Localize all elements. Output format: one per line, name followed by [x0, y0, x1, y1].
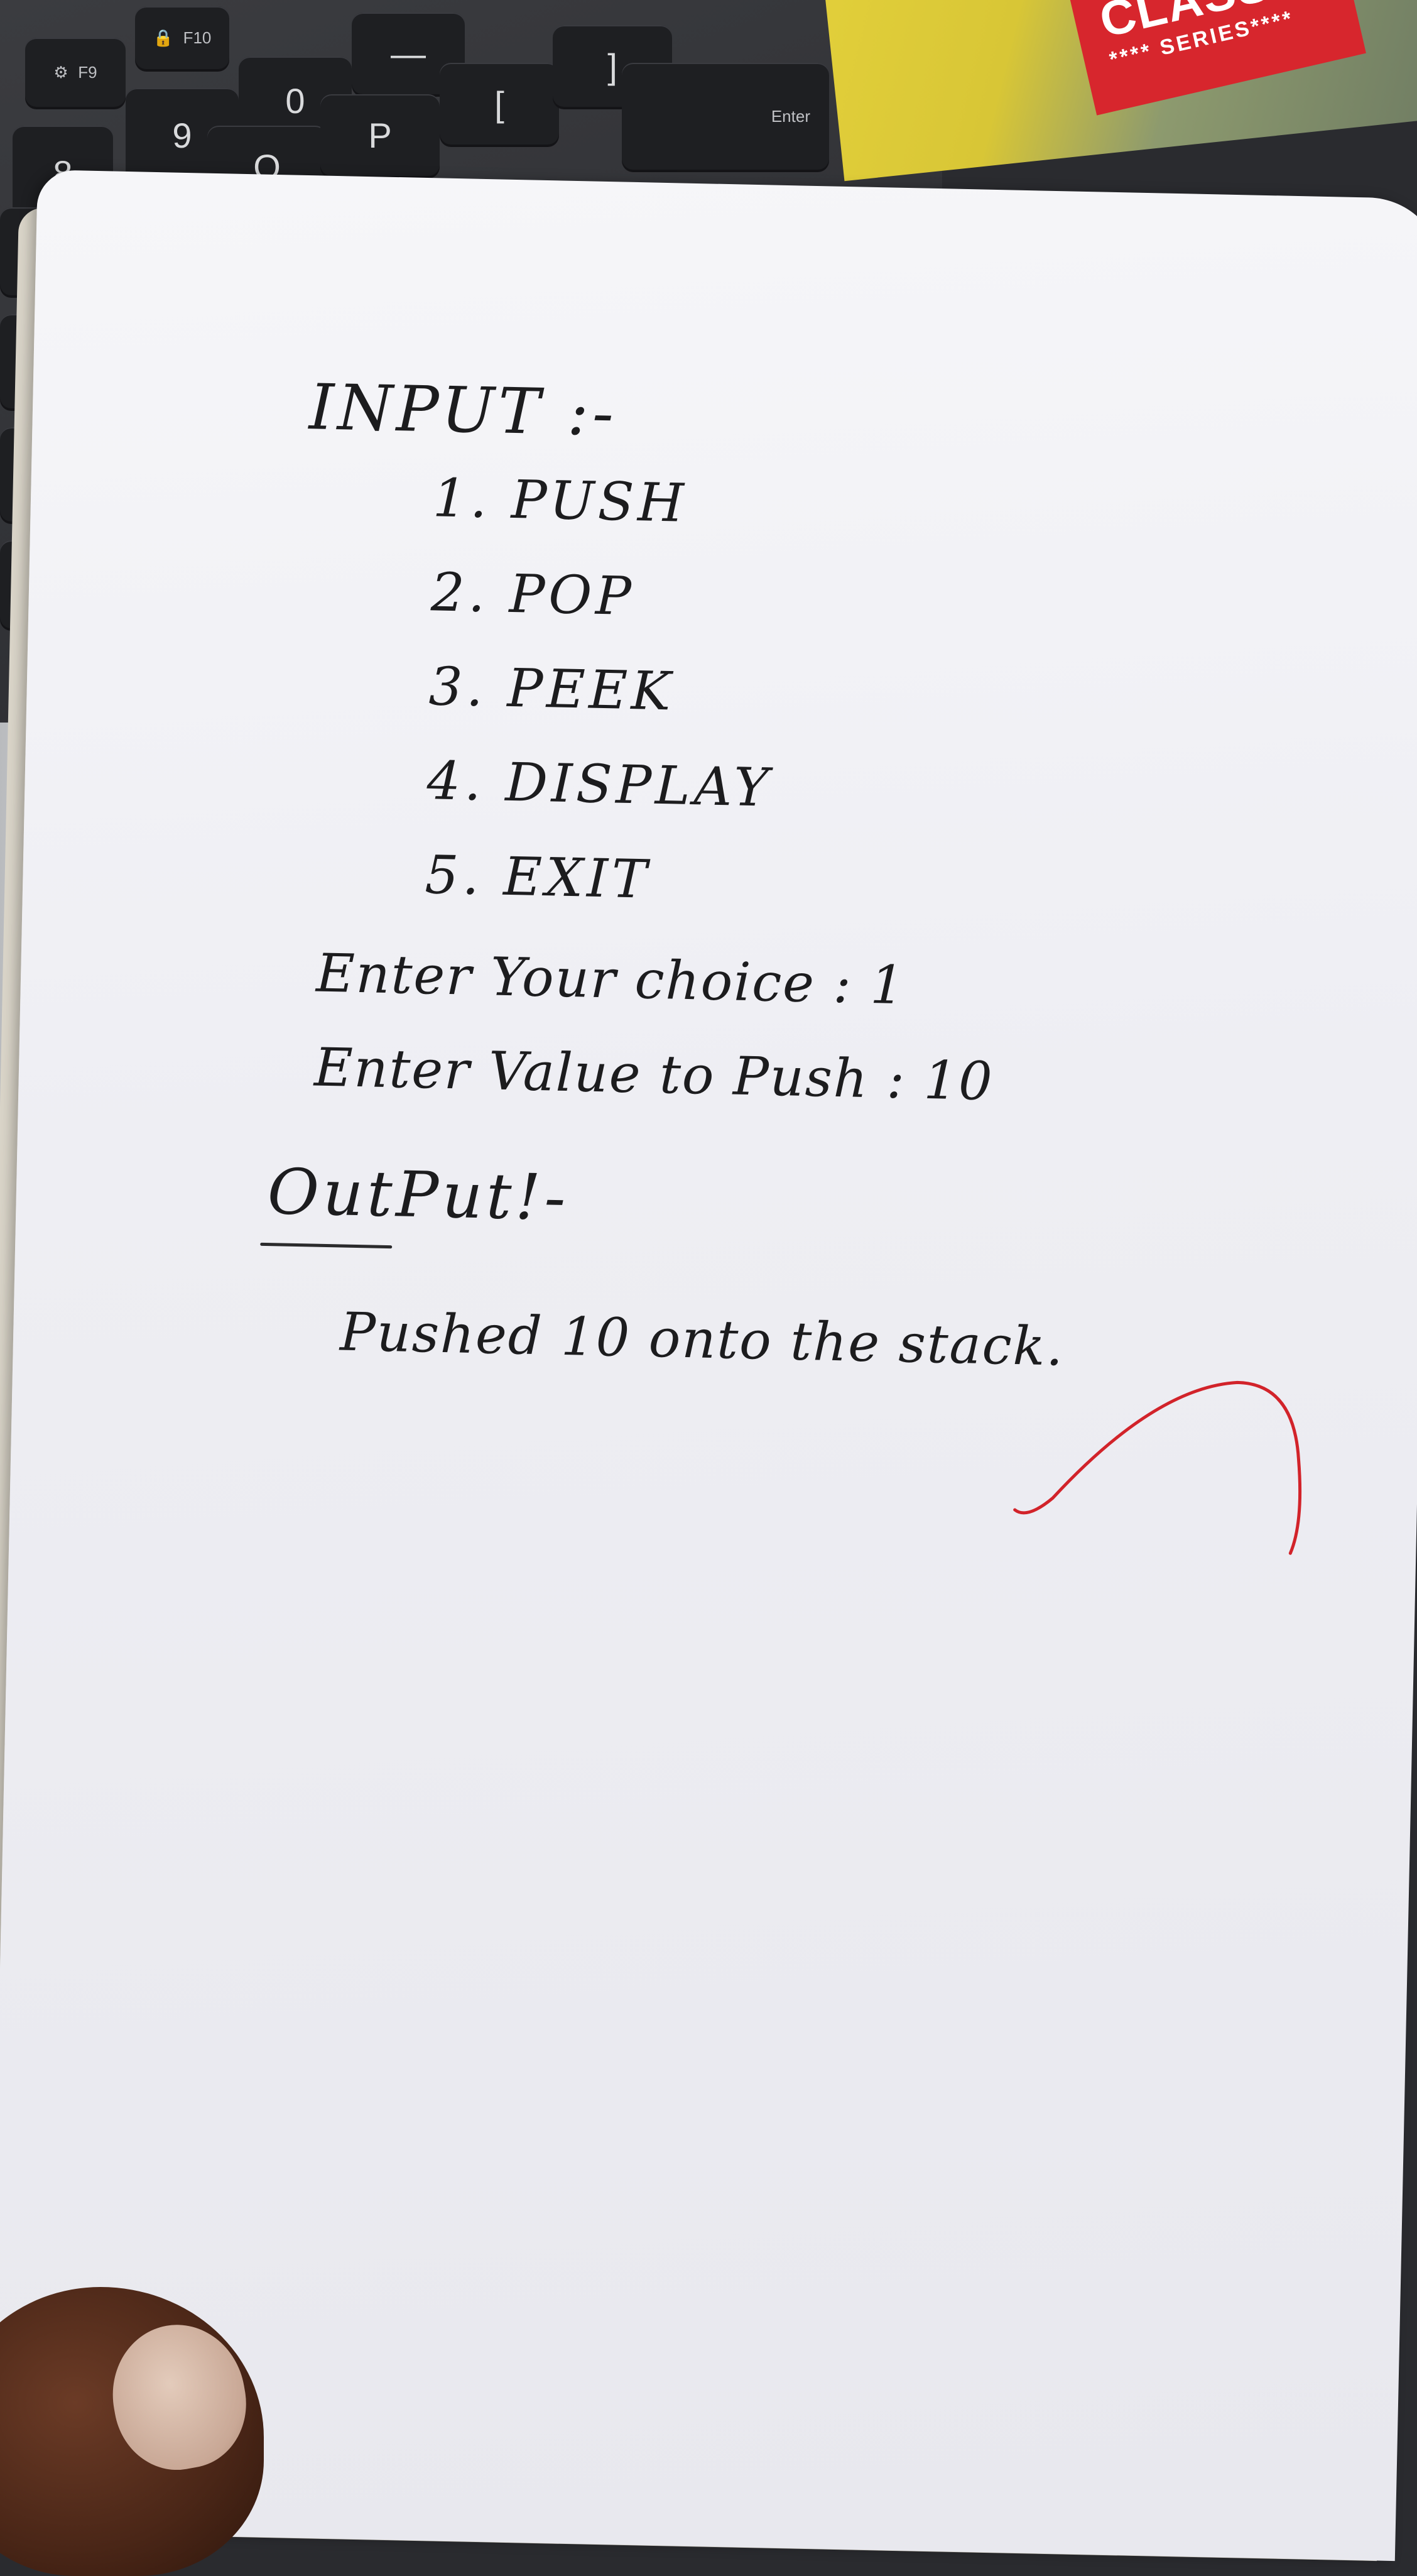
gear-icon: ⚙ [53, 62, 68, 82]
keyboard-key-enter: Enter [622, 63, 829, 170]
output-heading: OutPut!- [266, 1155, 570, 1235]
output-heading-underline [260, 1242, 393, 1249]
menu-item-exit: 5. EXIT [424, 844, 651, 910]
menu-item-display: 4. DISPLAY [426, 750, 773, 819]
check-mark [1013, 1380, 1302, 1555]
notebook-page: INPUT :- 1. PUSH 2. POP 3. PEEK 4. DISPL… [0, 170, 1417, 2562]
menu-item-push: 1. PUSH [432, 467, 688, 534]
output-line: Pushed 10 onto the stack. [339, 1301, 1065, 1378]
menu-item-pop: 2. POP [430, 561, 636, 628]
value-line: Enter Value to Push : 10 [313, 1036, 994, 1113]
lock-icon: 🔒 [153, 28, 173, 47]
menu-item-peek: 3. PEEK [428, 655, 675, 723]
keyboard-key-f10: 🔒 F10 [135, 6, 229, 69]
input-heading: INPUT :- [308, 370, 619, 450]
keyboard-key-p: P [320, 94, 440, 176]
keyboard-key-bracket-left: [ [440, 63, 559, 145]
keyboard-key-f9: ⚙ F9 [25, 38, 126, 107]
choice-line: Enter Your choice : 1 [315, 942, 906, 1017]
